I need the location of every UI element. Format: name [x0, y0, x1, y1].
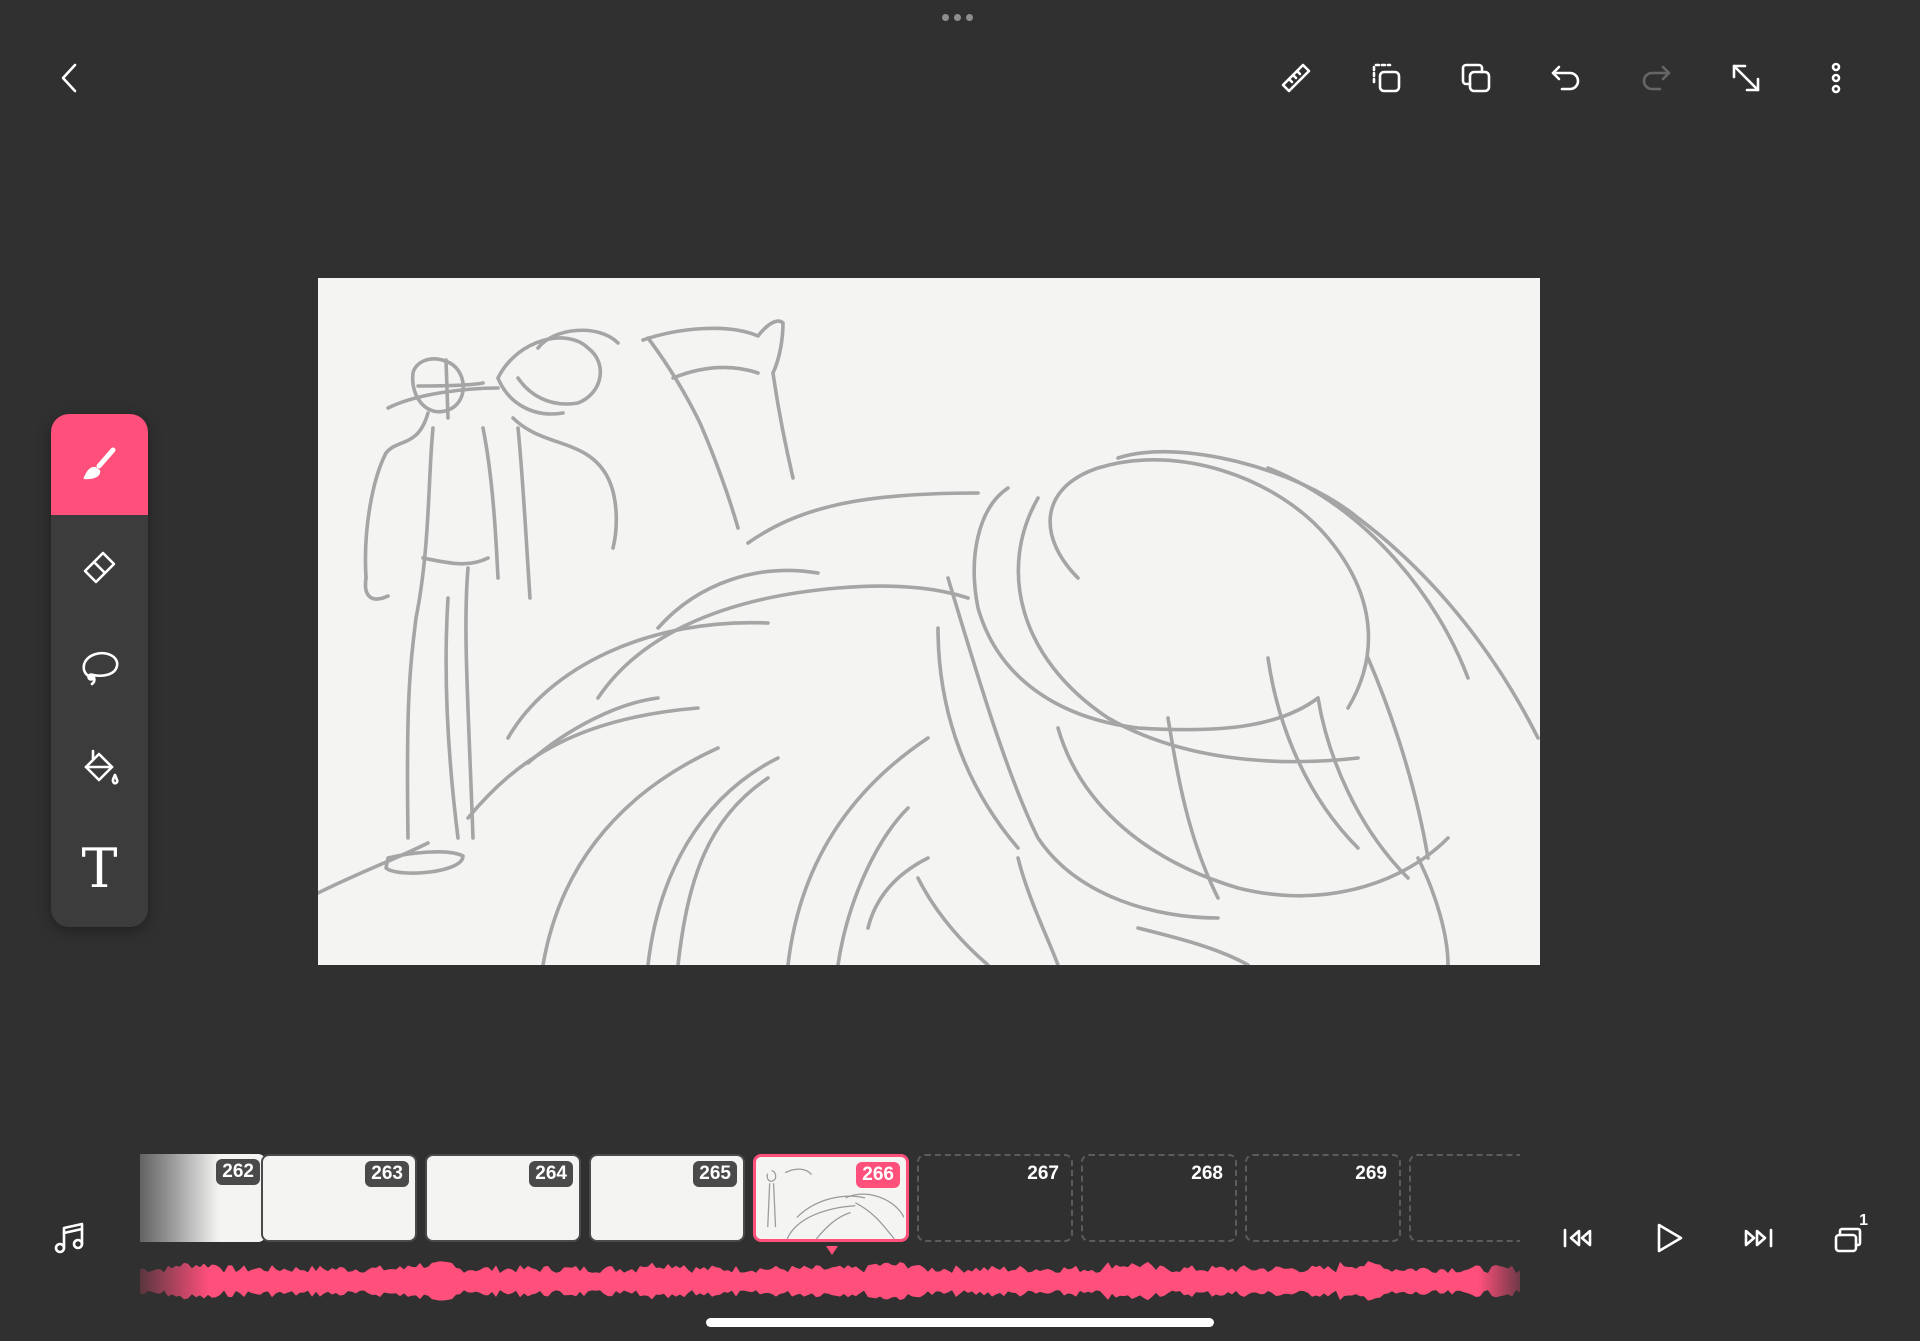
eraser-tool[interactable]: [51, 515, 148, 616]
text-tool-glyph: T: [81, 836, 118, 900]
music-button[interactable]: [42, 1210, 98, 1266]
handle-dot: [954, 14, 961, 21]
more-icon: [1831, 62, 1841, 94]
frame-269[interactable]: 269: [1245, 1154, 1401, 1242]
lasso-tool[interactable]: [51, 616, 148, 717]
brush-tool[interactable]: [51, 414, 148, 515]
copy-icon: [1461, 63, 1491, 93]
sketch-strokes: [318, 319, 1540, 965]
eraser-icon: [83, 551, 115, 583]
fill-icon: [84, 749, 119, 785]
resize-button[interactable]: [1718, 50, 1774, 106]
text-tool[interactable]: T: [51, 818, 148, 919]
frame-263[interactable]: 263: [261, 1154, 417, 1242]
drawing-canvas[interactable]: [318, 278, 1540, 965]
home-indicator[interactable]: [706, 1318, 1214, 1327]
play-icon: [1657, 1223, 1683, 1253]
redo-button[interactable]: [1628, 50, 1684, 106]
handle-dot: [966, 14, 973, 21]
frame-number: 269: [1355, 1163, 1387, 1184]
timeline[interactable]: 262 263 264 265 266 267 268 269: [140, 1150, 1520, 1250]
frame-262[interactable]: 262: [140, 1154, 266, 1242]
duplicate-frame-icon: [1372, 63, 1401, 93]
audio-waveform[interactable]: [140, 1257, 1520, 1307]
playhead-marker[interactable]: [826, 1246, 838, 1255]
skip-to-end-button[interactable]: [1730, 1210, 1786, 1266]
ruler-button[interactable]: [1268, 50, 1324, 106]
redo-icon: [1642, 65, 1671, 91]
resize-icon: [1732, 64, 1760, 92]
copy-button[interactable]: [1448, 50, 1504, 106]
window-handle[interactable]: [942, 14, 978, 24]
back-button[interactable]: [42, 50, 98, 106]
music-icon: [54, 1222, 84, 1254]
brush-icon: [83, 447, 115, 479]
skip-to-start-icon: [1563, 1228, 1592, 1248]
frame-265[interactable]: 265: [589, 1154, 745, 1242]
frame-number: 265: [693, 1161, 737, 1187]
undo-icon: [1551, 65, 1580, 91]
frame-268[interactable]: 268: [1081, 1154, 1237, 1242]
frame-number: 268: [1191, 1163, 1223, 1184]
ruler-icon: [1281, 63, 1311, 93]
more-button[interactable]: [1808, 50, 1864, 106]
onion-skin-count: 1: [1859, 1212, 1868, 1229]
handle-dot: [942, 14, 949, 21]
fill-tool[interactable]: [51, 717, 148, 818]
skip-to-start-button[interactable]: [1550, 1210, 1606, 1266]
onion-skin-button[interactable]: 1: [1820, 1210, 1876, 1266]
duplicate-frame-button[interactable]: [1358, 50, 1414, 106]
skip-to-end-icon: [1744, 1228, 1773, 1248]
frame-number: 263: [365, 1161, 409, 1187]
frame-270[interactable]: [1409, 1154, 1520, 1242]
back-icon: [61, 63, 77, 93]
lasso-icon: [81, 651, 118, 685]
frame-264[interactable]: 264: [425, 1154, 581, 1242]
frame-266[interactable]: 266: [753, 1154, 909, 1242]
play-button[interactable]: [1640, 1210, 1696, 1266]
frame-number: 262: [216, 1159, 260, 1185]
undo-button[interactable]: [1538, 50, 1594, 106]
tool-palette: T: [51, 414, 148, 927]
frame-number: 267: [1027, 1163, 1059, 1184]
frame-number: 266: [856, 1162, 900, 1188]
frame-number: 264: [529, 1161, 573, 1187]
frame-267[interactable]: 267: [917, 1154, 1073, 1242]
